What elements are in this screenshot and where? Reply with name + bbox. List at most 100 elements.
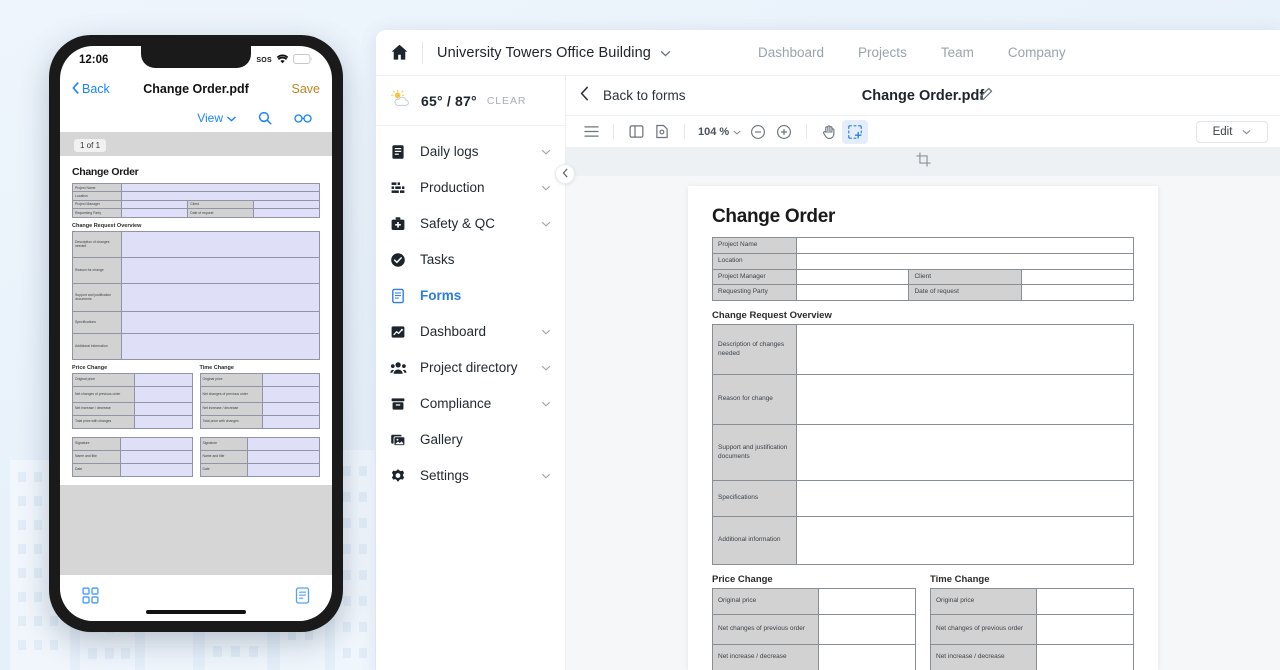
page-settings-icon[interactable] — [649, 120, 675, 144]
field-value[interactable] — [262, 386, 319, 402]
field-value[interactable] — [135, 373, 192, 386]
nav-link-company[interactable]: Company — [1008, 45, 1066, 60]
marquee-select-icon[interactable] — [842, 120, 868, 144]
table-row: Total price with changes — [200, 415, 320, 428]
crop-icon[interactable] — [916, 152, 931, 172]
sidebar-item-safety-qc[interactable]: Safety & QC — [376, 206, 565, 241]
sidebar-item-gallery[interactable]: Gallery — [376, 422, 565, 457]
chevron-down-icon[interactable] — [539, 365, 553, 371]
field-value[interactable] — [122, 192, 320, 200]
field-value[interactable] — [122, 200, 188, 208]
field-value[interactable] — [120, 437, 192, 450]
hamburger-menu-icon[interactable] — [578, 120, 604, 144]
field-value[interactable] — [254, 209, 320, 217]
phone-save-button[interactable]: Save — [292, 82, 321, 96]
sidebar-item-tasks[interactable]: Tasks — [376, 242, 565, 277]
field-value[interactable] — [248, 437, 320, 450]
sidebar-item-daily-logs[interactable]: Daily logs — [376, 134, 565, 169]
field-value[interactable] — [797, 481, 1134, 517]
chevron-down-icon — [733, 126, 741, 138]
field-value[interactable] — [122, 257, 320, 283]
sidebar-item-project-directory[interactable]: Project directory — [376, 350, 565, 385]
search-icon[interactable] — [258, 111, 272, 125]
glasses-icon[interactable] — [294, 113, 312, 124]
nav-link-dashboard[interactable]: Dashboard — [758, 45, 824, 60]
sidebar-item-settings[interactable]: Settings — [376, 458, 565, 493]
field-value[interactable] — [122, 209, 188, 217]
chevron-down-icon[interactable] — [539, 149, 553, 155]
pdf-canvas[interactable]: Change Order Project Name Location — [566, 176, 1280, 670]
chevron-left-icon — [72, 82, 79, 97]
field-value[interactable] — [818, 615, 915, 645]
hand-pan-icon[interactable] — [816, 120, 842, 144]
edit-mode-dropdown[interactable]: Edit — [1196, 121, 1268, 143]
photo-gallery-icon — [390, 432, 412, 448]
field-value[interactable] — [797, 325, 1134, 375]
field-value[interactable] — [1021, 269, 1133, 285]
sidebar-item-forms[interactable]: Forms — [376, 278, 565, 313]
sidebar-item-dashboard[interactable]: Dashboard — [376, 314, 565, 349]
field-value[interactable] — [1036, 589, 1133, 615]
field-value[interactable] — [797, 285, 909, 301]
field-value[interactable] — [122, 231, 320, 257]
pencil-icon[interactable] — [979, 87, 993, 106]
nav-link-projects[interactable]: Projects — [858, 45, 907, 60]
field-value[interactable] — [122, 283, 320, 311]
chevron-left-icon — [562, 165, 569, 183]
field-value[interactable] — [797, 425, 1134, 481]
field-value[interactable] — [248, 463, 320, 476]
field-value[interactable] — [797, 269, 909, 285]
field-value[interactable] — [122, 184, 320, 192]
field-value[interactable] — [135, 386, 192, 402]
field-value[interactable] — [248, 450, 320, 463]
zoom-level-selector[interactable]: 104 % — [694, 126, 745, 138]
field-value[interactable] — [122, 333, 320, 359]
chevron-down-icon[interactable] — [539, 473, 553, 479]
document-icon[interactable] — [295, 587, 310, 609]
panel-layout-icon[interactable] — [623, 120, 649, 144]
field-value[interactable] — [797, 253, 1134, 269]
zoom-in-button[interactable] — [771, 120, 797, 144]
sidebar-item-label: Gallery — [412, 432, 539, 447]
zoom-out-button[interactable] — [745, 120, 771, 144]
field-value[interactable] — [120, 450, 192, 463]
overview-table: Description of changes needed Reason for… — [712, 324, 1134, 565]
field-value[interactable] — [122, 311, 320, 333]
field-label: Reason for change — [73, 257, 122, 283]
grid-apps-icon[interactable] — [82, 587, 99, 609]
field-value[interactable] — [135, 402, 192, 415]
field-value[interactable] — [797, 375, 1134, 425]
field-value[interactable] — [818, 589, 915, 615]
table-row: Net changes of previous order — [73, 386, 193, 402]
project-selector[interactable]: University Towers Office Building — [423, 45, 671, 61]
field-value[interactable] — [254, 200, 320, 208]
chevron-down-icon[interactable] — [539, 185, 553, 191]
phone-view-dropdown[interactable]: View — [197, 111, 236, 125]
sidebar-item-label: Daily logs — [412, 144, 539, 159]
field-value[interactable] — [262, 415, 319, 428]
phone-back-button[interactable]: Back — [72, 82, 110, 97]
chevron-down-icon[interactable] — [539, 401, 553, 407]
sidebar-item-production[interactable]: Production — [376, 170, 565, 205]
field-value[interactable] — [262, 373, 319, 386]
chevron-down-icon[interactable] — [539, 329, 553, 335]
field-label: Project Name — [713, 238, 797, 254]
field-value[interactable] — [818, 645, 915, 670]
field-value[interactable] — [797, 517, 1134, 565]
field-value[interactable] — [1021, 285, 1133, 301]
phone-pdf-area[interactable]: 1 of 1 Change Order Project Name Locatio… — [60, 132, 332, 575]
sidebar-collapse-button[interactable] — [555, 164, 575, 184]
field-value[interactable] — [120, 463, 192, 476]
field-value[interactable] — [262, 402, 319, 415]
field-label: Net increase / decrease — [73, 402, 135, 415]
chevron-down-icon[interactable] — [539, 221, 553, 227]
nav-link-team[interactable]: Team — [941, 45, 974, 60]
back-to-forms-button[interactable]: Back to forms — [566, 86, 686, 106]
home-icon[interactable] — [376, 42, 422, 63]
field-label: Name and title — [200, 450, 248, 463]
field-value[interactable] — [1036, 615, 1133, 645]
field-value[interactable] — [1036, 645, 1133, 670]
sidebar-item-compliance[interactable]: Compliance — [376, 386, 565, 421]
field-value[interactable] — [135, 415, 192, 428]
field-value[interactable] — [797, 238, 1134, 254]
